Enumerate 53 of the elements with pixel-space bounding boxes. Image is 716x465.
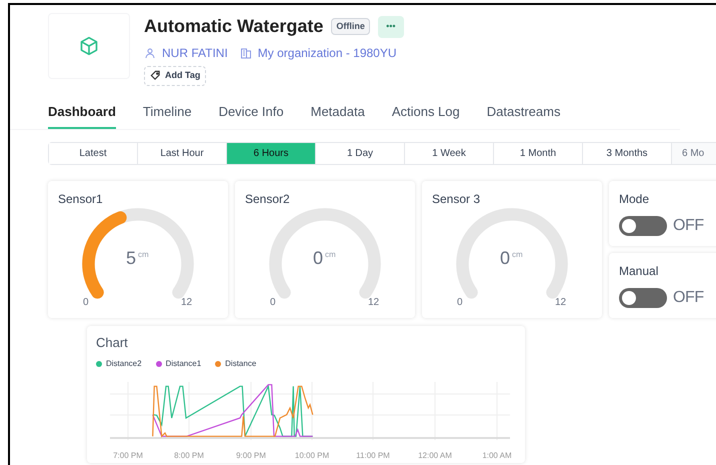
- unit-label: cm: [138, 249, 149, 261]
- status-badge: Offline: [331, 18, 370, 36]
- building-icon: [240, 47, 252, 59]
- tab[interactable]: Device Info: [218, 102, 284, 129]
- gauge-title: Sensor2: [245, 191, 290, 208]
- switch-state: OFF: [673, 216, 704, 236]
- tab[interactable]: Datastreams: [486, 102, 560, 129]
- switch-title: Manual: [619, 263, 660, 280]
- more-button[interactable]: •••: [378, 16, 404, 38]
- device-title: Automatic Watergate: [144, 15, 324, 38]
- toggle-switch[interactable]: [619, 216, 667, 236]
- owner-link[interactable]: NUR FATINI: [162, 44, 228, 62]
- legend-label: Distance2: [106, 358, 142, 370]
- gauge-title: Sensor 3: [432, 191, 480, 208]
- unit-label: cm: [512, 249, 523, 261]
- toggle-knob: [622, 219, 636, 233]
- axis-label: 12:00 AM: [418, 451, 452, 460]
- tab[interactable]: Metadata: [310, 102, 365, 129]
- chart-title: Chart: [96, 334, 128, 352]
- gauge-min: 0: [457, 296, 463, 310]
- switch-title: Mode: [619, 191, 650, 208]
- time-range-button[interactable]: Latest: [49, 143, 138, 164]
- gauge-max: 12: [555, 296, 566, 310]
- tab[interactable]: Timeline: [142, 102, 192, 129]
- axis-label: 10:00 PM: [294, 451, 330, 460]
- gauge-value: 0: [313, 249, 324, 267]
- legend-label: Distance: [225, 358, 256, 370]
- toggle-switch[interactable]: [619, 288, 667, 308]
- user-icon: [144, 47, 156, 59]
- tab[interactable]: Actions Log: [392, 102, 460, 129]
- axis-label: 9:00 PM: [236, 451, 266, 460]
- gauge-title: Sensor1: [58, 191, 103, 208]
- axis-label: 8:00 PM: [174, 451, 204, 460]
- gauge-max: 12: [181, 296, 192, 310]
- gauge-max: 12: [368, 296, 380, 310]
- switch-state: OFF: [673, 288, 704, 308]
- gauge-min: 0: [270, 296, 276, 310]
- time-range-button[interactable]: 6 Hours: [227, 143, 316, 164]
- legend-label: Distance1: [166, 358, 202, 370]
- axis-label: 11:00 PM: [356, 451, 390, 460]
- gauge-value: 0: [500, 249, 510, 267]
- organization-link[interactable]: My organization - 1980YU: [258, 44, 397, 62]
- axis-label: 7:00 PM: [113, 451, 143, 460]
- tab[interactable]: Dashboard: [48, 102, 116, 129]
- gauge-value: 5: [126, 249, 136, 267]
- unit-label: cm: [325, 249, 336, 261]
- toggle-knob: [622, 291, 636, 305]
- gauge-min: 0: [83, 296, 89, 310]
- time-range-button[interactable]: 6 Mo: [672, 143, 716, 164]
- add-tag-button[interactable]: Add Tag: [144, 66, 206, 86]
- axis-label: 1:00 AM: [482, 451, 512, 460]
- cube-icon: [79, 36, 99, 56]
- tag-icon: [150, 70, 161, 82]
